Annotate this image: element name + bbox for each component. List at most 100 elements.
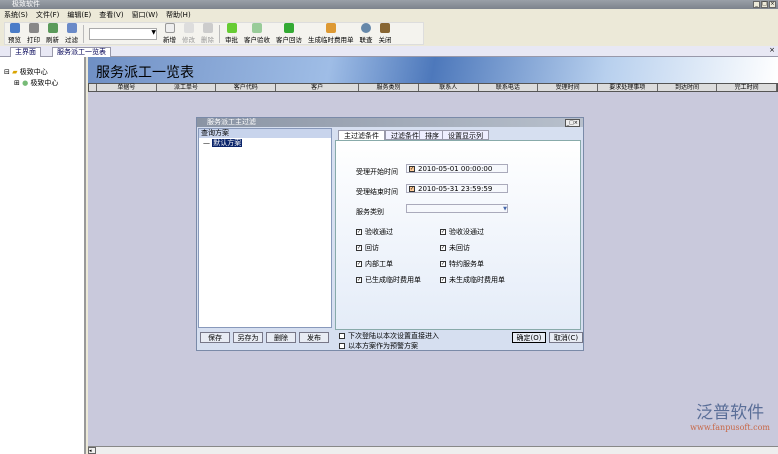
save-scheme-button[interactable]: 保存 <box>200 332 230 343</box>
ok-button[interactable]: 确定(O) <box>512 332 546 343</box>
label: 预览 <box>8 36 21 44</box>
label: 未生成临时费用单 <box>449 276 505 284</box>
column-header[interactable]: 受理时间 <box>538 84 598 91</box>
label: 打印 <box>27 36 40 44</box>
category-label: 服务类别 <box>356 208 384 216</box>
door-icon <box>380 23 390 33</box>
customer-visit-button[interactable]: 客户回访 <box>273 23 305 44</box>
visit-icon <box>284 23 294 33</box>
gen-fee-button[interactable]: 生成临时费用单 <box>305 23 357 44</box>
delete-scheme-button[interactable]: 删除 <box>266 332 296 343</box>
scheme-default[interactable]: 默认方案 <box>212 139 243 147</box>
brand-url: www.fanpusoft.com <box>690 423 770 432</box>
check-not-visited[interactable]: ✓ 未回访 <box>440 243 470 253</box>
link-query-button[interactable]: 联查 <box>357 23 376 44</box>
option-warning-scheme[interactable]: 以本方案作为预警方案 <box>339 341 418 351</box>
column-header[interactable]: 客户 <box>276 84 360 91</box>
start-time-field[interactable]: ✓ 2010-05-01 00:00:00 <box>406 164 508 173</box>
menu-help[interactable]: 帮助(H) <box>166 10 191 21</box>
publish-button[interactable]: 发布 <box>299 332 329 343</box>
column-header[interactable]: 联系电话 <box>479 84 539 91</box>
check-icon <box>226 23 237 33</box>
column-header[interactable]: 联系人 <box>419 84 479 91</box>
label: 客户回访 <box>276 36 302 44</box>
scheme-list: 查询方案 — 默认方案 <box>198 128 332 328</box>
label: 回访 <box>365 244 379 252</box>
menu-file[interactable]: 文件(F) <box>36 10 60 21</box>
label: 过滤 <box>65 36 78 44</box>
watermark-logo: 泛普软件 www.fanpusoft.com <box>690 398 770 432</box>
label: 下次登陆以本次设置直接进入 <box>348 332 439 340</box>
close-button[interactable]: × <box>769 1 776 8</box>
check-internal[interactable]: ✓ 内部工单 <box>356 259 393 269</box>
menu-view[interactable]: 查看(V) <box>99 10 123 21</box>
check-not-accepted[interactable]: ✓ 验收没通过 <box>440 227 484 237</box>
column-header[interactable]: 派工单号 <box>157 84 217 91</box>
check-accepted[interactable]: ✓ 验收通过 <box>356 227 393 237</box>
tab-home[interactable]: 主界面 <box>10 47 41 57</box>
delete-button[interactable]: 删除 <box>198 23 217 44</box>
minimize-button[interactable]: _ <box>753 1 760 8</box>
category-select[interactable]: ▼ <box>406 204 508 213</box>
column-header[interactable]: 服务类别 <box>359 84 419 91</box>
scheme-header: 查询方案 <box>199 129 331 138</box>
menu-edit[interactable]: 编辑(E) <box>67 10 91 21</box>
refresh-icon <box>47 23 58 33</box>
maximize-button[interactable]: □ <box>761 1 768 8</box>
end-time-field[interactable]: ✓ 2010-05-31 23:59:59 <box>406 184 508 193</box>
horizontal-scrollbar[interactable]: ◂ <box>88 446 778 454</box>
tree-child[interactable]: ⊞ ● 极致中心 <box>0 77 84 88</box>
column-header[interactable]: 客户代码 <box>216 84 277 91</box>
tab-columns[interactable]: 设置显示列 <box>442 130 489 140</box>
close-tab-icon[interactable]: × <box>769 46 775 54</box>
customer-accept-button[interactable]: 客户验收 <box>241 23 273 44</box>
tab-dispatch-list[interactable]: 服务派工一览表 <box>52 47 111 57</box>
preview-icon <box>9 23 20 33</box>
start-time-value: 2010-05-01 00:00:00 <box>418 165 493 173</box>
page-title: 服务派工一览表 <box>96 65 194 81</box>
menu-system[interactable]: 系统(S) <box>4 10 28 21</box>
close-tool-button[interactable]: 关闭 <box>376 23 395 44</box>
option-direct-entry[interactable]: 下次登陆以本次设置直接进入 <box>339 331 439 341</box>
column-header[interactable]: 到达时间 <box>658 84 718 91</box>
column-header[interactable]: 完工时间 <box>717 84 778 91</box>
column-header-row: 单据号 派工单号 客户代码 客户 服务类别 联系人 联系电话 受理时间 要求处理… <box>88 83 778 92</box>
accept-icon <box>252 23 262 33</box>
label: 修改 <box>182 36 195 44</box>
menu-window[interactable]: 窗口(W) <box>132 10 158 21</box>
approve-button[interactable]: 审批 <box>222 23 241 44</box>
modify-button[interactable]: 修改 <box>179 23 198 44</box>
refresh-button[interactable]: 刷新 <box>43 23 62 44</box>
column-header[interactable]: 单据号 <box>97 84 157 91</box>
tree-panel: ⊟ ▰ 极致中心 ⊞ ● 极致中心 <box>0 57 86 454</box>
start-time-checkbox[interactable]: ✓ <box>409 166 415 172</box>
print-icon <box>28 23 39 33</box>
print-button[interactable]: 打印 <box>24 23 43 44</box>
toolbar: 预览 打印 刷新 过滤 ▼ 新增 修改 删除 审批 客户验收 客户回访 生成临时… <box>4 22 424 45</box>
save-as-button[interactable]: 另存为 <box>233 332 263 343</box>
dialog-window-controls[interactable]: _□× <box>564 119 580 127</box>
check-special[interactable]: ✓ 特约服务单 <box>440 259 484 269</box>
end-time-checkbox[interactable]: ✓ <box>409 186 415 192</box>
end-time-label: 受理结束时间 <box>356 188 398 196</box>
start-time-label: 受理开始时间 <box>356 168 398 176</box>
search-combo[interactable]: ▼ <box>89 27 157 40</box>
tree-root[interactable]: ⊟ ▰ 极致中心 <box>0 57 84 77</box>
filter-button[interactable]: 过滤 <box>62 23 81 44</box>
cancel-button[interactable]: 取消(C) <box>549 332 583 343</box>
check-visited[interactable]: ✓ 回访 <box>356 243 379 253</box>
check-fee-generated[interactable]: ✓ 已生成临时费用单 <box>356 275 421 285</box>
check-fee-not-generated[interactable]: ✓ 未生成临时费用单 <box>440 275 505 285</box>
column-header[interactable]: 要求处理事项 <box>598 84 658 91</box>
modify-icon <box>183 23 194 33</box>
main-filter-panel: 受理开始时间 ✓ 2010-05-01 00:00:00 受理结束时间 ✓ 2010… <box>335 140 581 330</box>
new-button[interactable]: 新增 <box>160 23 179 44</box>
delete-icon <box>202 23 213 33</box>
scroll-left-button[interactable]: ◂ <box>88 447 96 454</box>
separator <box>83 24 84 43</box>
label: 以本方案作为预警方案 <box>348 342 418 350</box>
preview-button[interactable]: 预览 <box>5 23 24 44</box>
banner: 服务派工一览表 <box>88 57 778 83</box>
tab-main-filter[interactable]: 主过滤条件 <box>338 130 385 140</box>
filter-dialog: 服务派工主过滤 _□× 查询方案 — 默认方案 保存 另存为 删除 发布 主过滤… <box>196 117 584 351</box>
